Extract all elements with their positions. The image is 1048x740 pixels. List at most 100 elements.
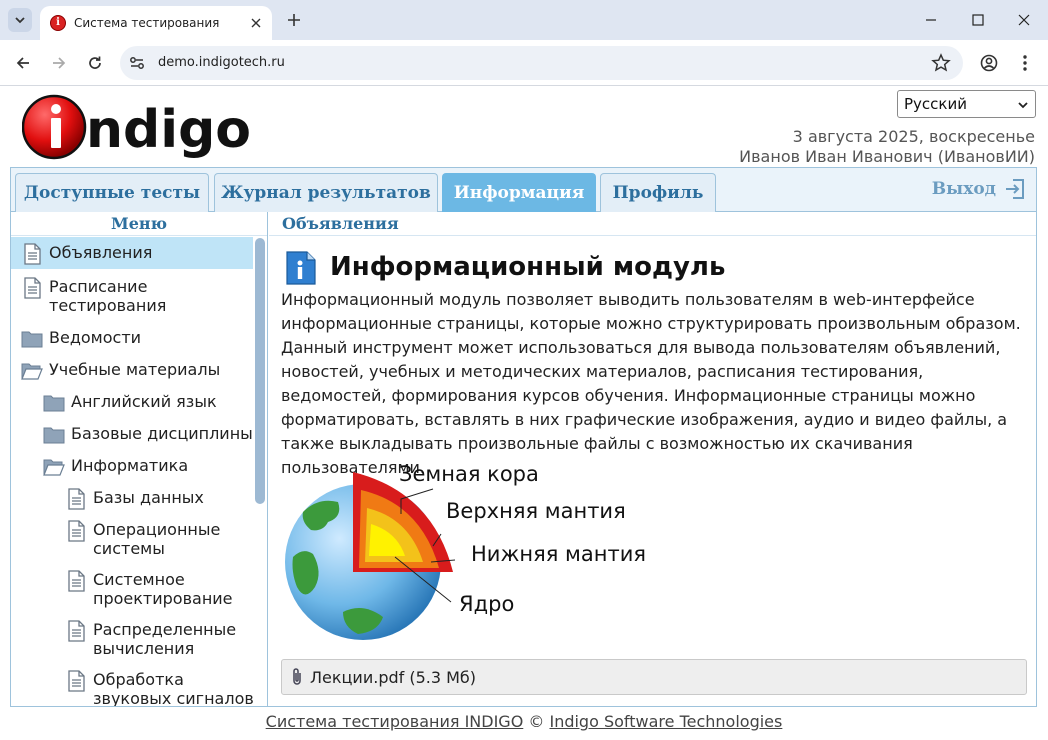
- language-select[interactable]: Русский: [897, 90, 1036, 118]
- address-bar[interactable]: demo.indigotech.ru: [120, 46, 963, 80]
- arrow-right-icon: [53, 57, 66, 69]
- label-upper-mantle: Верхняя мантия: [446, 499, 626, 523]
- reload-button[interactable]: [81, 49, 109, 77]
- account-icon: [980, 54, 998, 72]
- document-icon: [24, 243, 41, 265]
- browser-tab[interactable]: i Система тестирования: [40, 6, 272, 40]
- minimize-icon: [926, 19, 936, 21]
- sidebar-item-announcements[interactable]: Объявления: [11, 237, 253, 269]
- chevron-down-icon: [1018, 102, 1028, 109]
- sidebar-item-distributed-computing[interactable]: Распределенные вычисления: [65, 620, 255, 658]
- indigo-logo: ndigo: [22, 94, 251, 160]
- current-date: 3 августа 2025, воскресенье: [792, 127, 1035, 146]
- sidebar-item-statements[interactable]: Ведомости: [21, 328, 251, 350]
- tab-information[interactable]: Информация: [442, 173, 596, 212]
- folder-icon: [43, 427, 65, 444]
- main-tabs: Доступные тесты Журнал результатов Инфор…: [11, 168, 1036, 212]
- plus-icon: [288, 14, 300, 26]
- arrow-left-icon: [16, 57, 29, 69]
- label-core: Ядро: [459, 592, 515, 616]
- browser-menu-button[interactable]: [1011, 49, 1039, 77]
- more-vertical-icon: [1023, 55, 1027, 71]
- maximize-button[interactable]: [955, 0, 1001, 40]
- page-title: Информационный модуль: [330, 252, 726, 282]
- document-icon: [68, 488, 85, 510]
- logout-button[interactable]: Выход: [932, 178, 1026, 200]
- document-icon: [68, 520, 85, 542]
- sidebar-item-label: Информатика: [71, 456, 189, 475]
- sidebar-menu: Меню Объявления Расписание тестирования …: [11, 212, 268, 706]
- document-icon: [24, 277, 41, 299]
- back-button[interactable]: [9, 49, 37, 77]
- sidebar-item-informatics[interactable]: Информатика: [43, 456, 253, 478]
- sidebar-header: Меню: [11, 212, 267, 236]
- sidebar-scrollbar[interactable]: [255, 238, 265, 504]
- footer-copyright: ©: [528, 712, 545, 731]
- sidebar-item-english[interactable]: Английский язык: [43, 392, 253, 414]
- sidebar-item-label: Расписание тестирования: [49, 277, 167, 315]
- url-text[interactable]: demo.indigotech.ru: [158, 55, 285, 70]
- tab-profile[interactable]: Профиль: [600, 173, 716, 212]
- attachment-link[interactable]: Лекции.pdf (5.3 Мб): [281, 659, 1027, 695]
- site-settings-icon[interactable]: [128, 54, 146, 72]
- sidebar-item-audio-processing[interactable]: Обработка звуковых сигналов: [65, 670, 255, 706]
- logout-icon: [1006, 179, 1024, 199]
- folder-open-icon: [43, 459, 65, 476]
- sidebar-item-basic-disciplines[interactable]: Базовые дисциплины: [43, 424, 257, 446]
- footer-system-link[interactable]: Система тестирования INDIGO: [266, 712, 524, 731]
- minimize-button[interactable]: [908, 0, 954, 40]
- sidebar-item-operating-systems[interactable]: Операционные системы: [65, 520, 255, 558]
- tab-available-tests[interactable]: Доступные тесты: [15, 173, 209, 212]
- sidebar-item-system-design[interactable]: Системное проектирование: [65, 570, 255, 608]
- sidebar-item-label: Базы данных: [93, 488, 204, 507]
- sidebar-item-study-materials[interactable]: Учебные материалы: [21, 360, 251, 382]
- footer-company-link[interactable]: Indigo Software Technologies: [549, 712, 782, 731]
- sidebar-item-label: Английский язык: [71, 392, 217, 411]
- tab-close-button[interactable]: [248, 15, 264, 31]
- close-icon: [251, 18, 261, 28]
- page-footer: Система тестирования INDIGO © Indigo Sof…: [0, 712, 1048, 731]
- language-value: Русский: [904, 95, 967, 113]
- browser-titlebar: i Система тестирования: [0, 0, 1048, 40]
- label-crust: Земная кора: [399, 462, 539, 486]
- forward-button[interactable]: [45, 49, 73, 77]
- tab-search-button[interactable]: [8, 8, 32, 32]
- info-document-icon: [286, 251, 316, 285]
- favicon-icon: i: [50, 15, 66, 31]
- folder-icon: [43, 395, 65, 412]
- tab-results-log[interactable]: Журнал результатов: [214, 173, 438, 212]
- sidebar-item-label: Ведомости: [49, 328, 142, 347]
- tab-title: Система тестирования: [74, 16, 220, 30]
- reload-icon: [89, 56, 101, 69]
- paperclip-icon: [293, 668, 301, 685]
- close-window-button[interactable]: [1001, 0, 1047, 40]
- attachment-name: Лекции.pdf (5.3 Мб): [310, 667, 477, 687]
- profile-button[interactable]: [975, 49, 1003, 77]
- sidebar-item-databases[interactable]: Базы данных: [65, 488, 255, 510]
- current-user: Иванов Иван Иванович (ИвановИИ): [739, 147, 1035, 166]
- bookmark-star-icon[interactable]: [931, 53, 951, 73]
- close-icon: [1018, 14, 1030, 26]
- maximize-icon: [972, 14, 984, 26]
- logout-label: Выход: [931, 179, 996, 199]
- sidebar-item-label: Базовые дисциплины: [71, 424, 253, 443]
- document-icon: [68, 620, 85, 642]
- sidebar-item-label: Системное проектирование: [93, 570, 233, 608]
- sidebar-item-label: Объявления: [49, 243, 153, 262]
- sidebar-item-schedule[interactable]: Расписание тестирования: [21, 277, 251, 315]
- document-icon: [68, 570, 85, 592]
- sidebar-item-label: Обработка звуковых сигналов: [93, 670, 254, 706]
- page-body-text: Информационный модуль позволяет выводить…: [281, 290, 1021, 477]
- folder-icon: [21, 331, 43, 348]
- browser-toolbar: demo.indigotech.ru: [0, 40, 1048, 86]
- svg-text:ndigo: ndigo: [86, 100, 251, 160]
- new-tab-button[interactable]: [282, 8, 306, 32]
- label-lower-mantle: Нижняя мантия: [471, 542, 646, 566]
- sidebar-item-label: Операционные системы: [93, 520, 221, 558]
- content-header: Объявления: [269, 212, 1036, 236]
- chevron-down-icon: [15, 17, 25, 24]
- app-frame: Доступные тесты Журнал результатов Инфор…: [10, 167, 1037, 707]
- sidebar-item-label: Учебные материалы: [49, 360, 221, 379]
- document-icon: [68, 670, 85, 692]
- sidebar-item-label: Распределенные вычисления: [93, 620, 237, 658]
